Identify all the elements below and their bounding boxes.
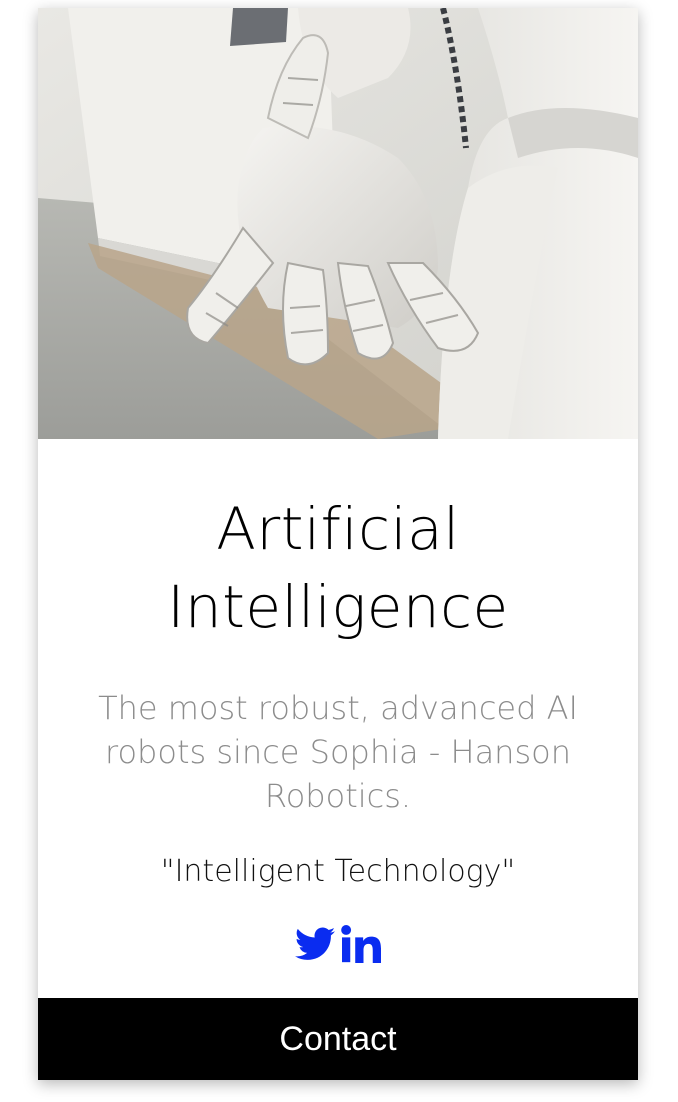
robot-hand-image [38,8,638,439]
linkedin-icon [341,925,382,964]
social-links [38,922,638,966]
card-title: Artificial Intelligence [38,490,638,646]
twitter-link[interactable] [295,927,335,961]
linkedin-link[interactable] [341,925,382,964]
card-description: The most robust, advanced AI robots sinc… [98,689,578,815]
contact-button[interactable]: Contact [38,998,638,1080]
twitter-icon [295,927,335,960]
card-tagline: "Intelligent Technology" [160,854,516,889]
title-line-1: Artificial [216,495,460,563]
title-line-2: Intelligence [167,573,509,641]
profile-card: Artificial Intelligence The most robust,… [38,8,638,1080]
